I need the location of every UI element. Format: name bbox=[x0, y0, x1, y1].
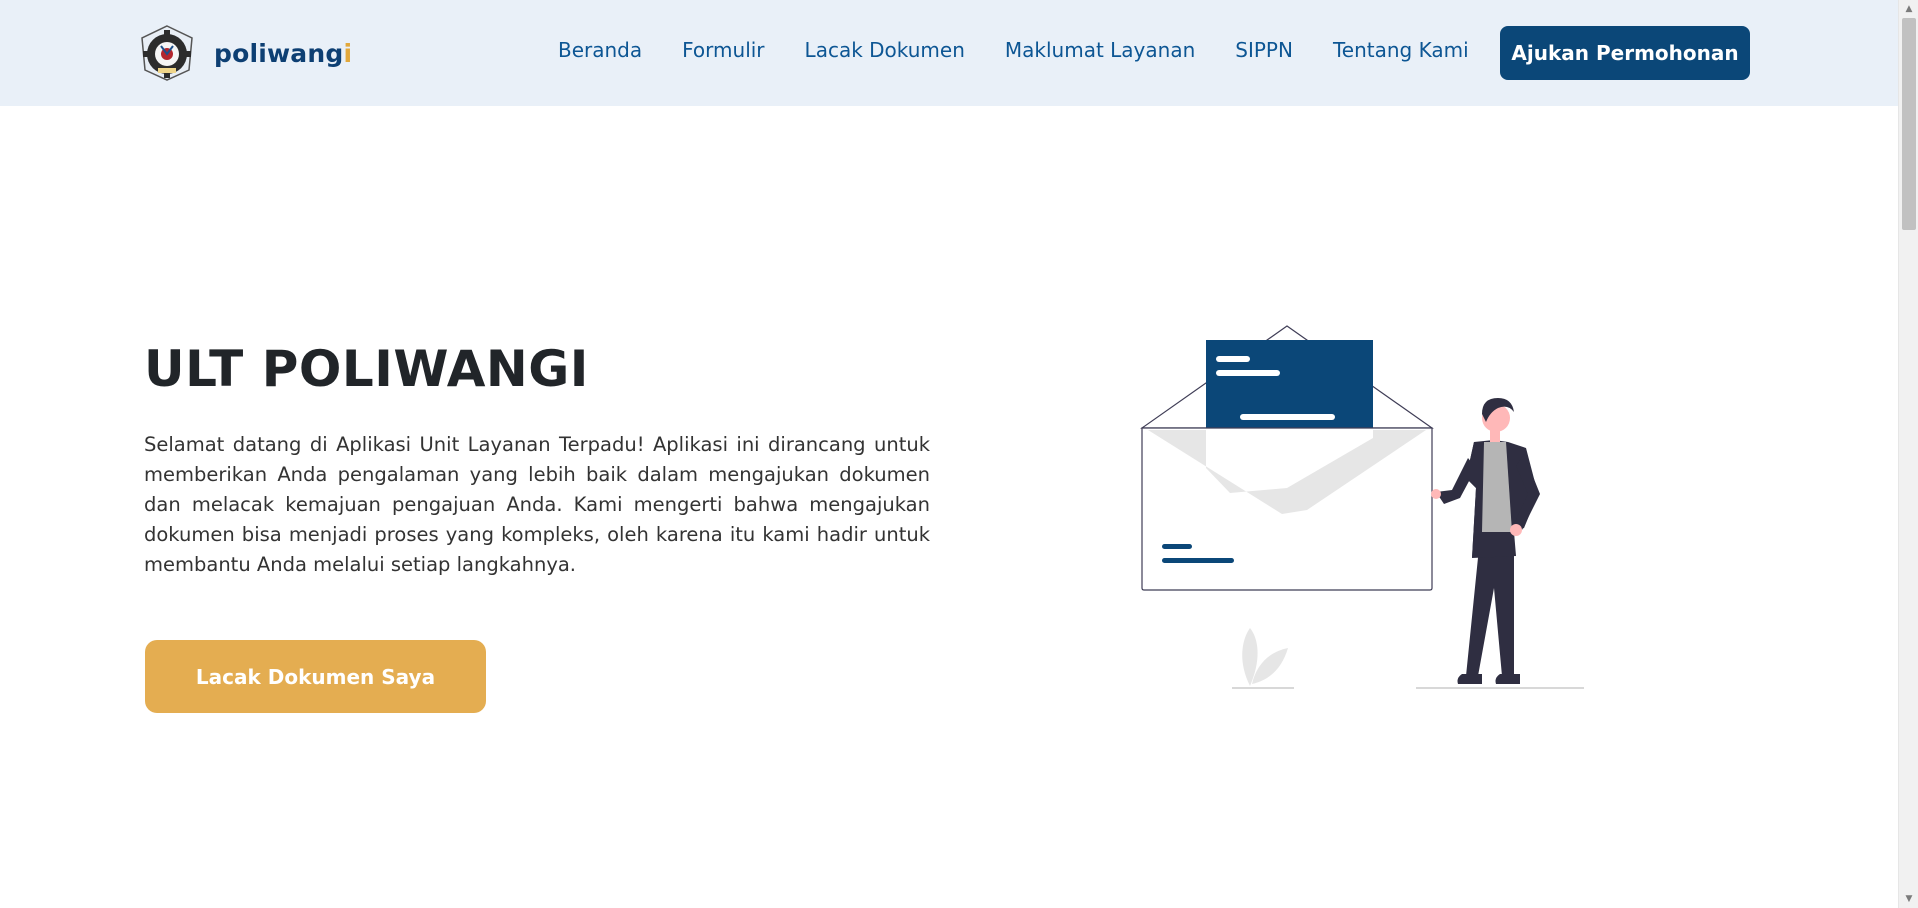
vertical-scrollbar[interactable]: ▲ ▼ bbox=[1898, 0, 1918, 908]
scroll-down-arrow-icon[interactable]: ▼ bbox=[1899, 890, 1918, 908]
scrollbar-thumb[interactable] bbox=[1902, 18, 1916, 230]
navbar: poliwangi Beranda Formulir Lacak Dokumen… bbox=[0, 0, 1898, 106]
nav-link-beranda[interactable]: Beranda bbox=[558, 38, 642, 62]
nav-link-maklumat-layanan[interactable]: Maklumat Layanan bbox=[1005, 38, 1195, 62]
nav-link-sippn[interactable]: SIPPN bbox=[1235, 38, 1293, 62]
nav-link-formulir[interactable]: Formulir bbox=[682, 38, 764, 62]
hero-description: Selamat datang di Aplikasi Unit Layanan … bbox=[144, 433, 930, 576]
envelope-document-person-illustration bbox=[1140, 325, 1584, 689]
scroll-up-arrow-icon[interactable]: ▲ bbox=[1899, 0, 1918, 18]
lacak-dokumen-saya-button[interactable]: Lacak Dokumen Saya bbox=[145, 640, 486, 713]
nav-link-lacak-dokumen[interactable]: Lacak Dokumen bbox=[805, 38, 965, 62]
brand-name: poliwangi bbox=[214, 38, 353, 68]
poliwangi-emblem-icon bbox=[141, 25, 193, 81]
hero-title: ULT POLIWANGI bbox=[144, 340, 589, 398]
main-nav: Beranda Formulir Lacak Dokumen Maklumat … bbox=[558, 38, 1509, 62]
page: poliwangi Beranda Formulir Lacak Dokumen… bbox=[0, 0, 1918, 908]
brand[interactable]: poliwangi bbox=[138, 24, 352, 82]
nav-link-tentang-kami[interactable]: Tentang Kami bbox=[1333, 38, 1469, 62]
ajukan-permohonan-button[interactable]: Ajukan Permohonan bbox=[1500, 26, 1750, 80]
